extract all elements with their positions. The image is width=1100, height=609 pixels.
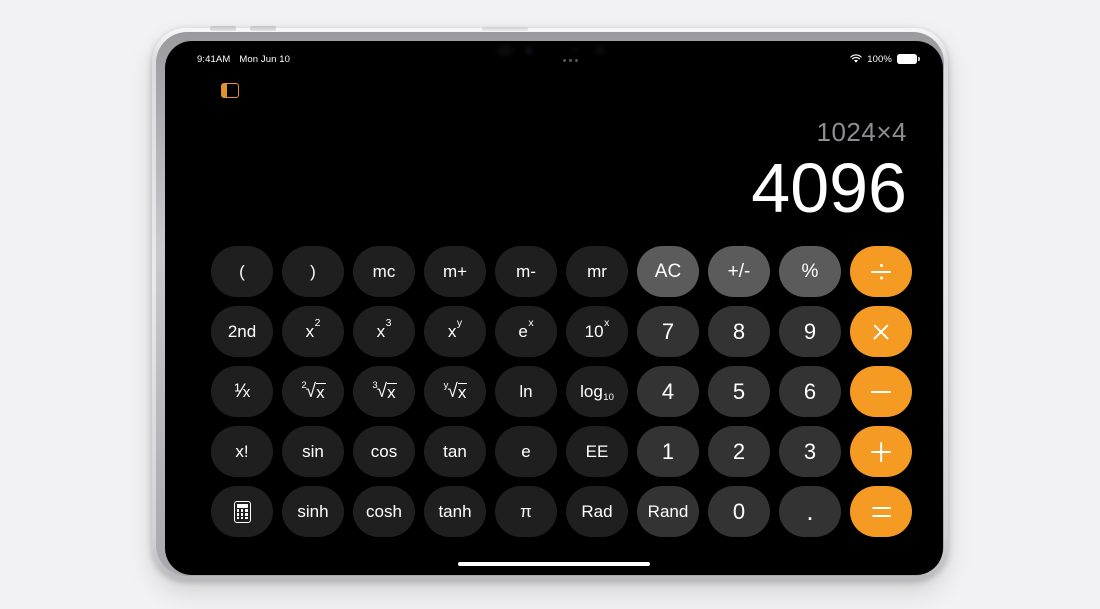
top-microphone [482, 27, 528, 31]
home-indicator[interactable] [458, 562, 650, 566]
ipad-device-frame: 9:41AM Mon Jun 10 100% 1024×4 4096 () m… [152, 26, 948, 580]
keypad-row-4: x! sin cos tan e EE 1 2 3 [211, 426, 912, 477]
multitasking-dot [568, 58, 572, 62]
all-clear-button[interactable]: AC [637, 246, 699, 297]
status-bar-right: 100% [850, 53, 920, 65]
equals-button[interactable] [850, 486, 912, 537]
ten-to-the-x-label: 10x [584, 317, 610, 341]
percent-button[interactable]: % [779, 246, 841, 297]
expression-text: 1024×4 [816, 117, 907, 147]
log-base-10-button[interactable]: log10 [566, 366, 628, 417]
natural-log-button[interactable]: ln [495, 366, 557, 417]
keypad-row-3: ¹⁄x 2 √ x 3 √ x y √ x ln log10 4 5 6 [211, 366, 912, 417]
status-time: 9:41AM [197, 53, 231, 65]
digit-9-button[interactable]: 9 [779, 306, 841, 357]
calculator-display: 1024×4 4096 [751, 119, 907, 223]
plus-icon [870, 441, 892, 463]
pi-button[interactable]: π [495, 486, 557, 537]
ipad-bezel: 9:41AM Mon Jun 10 100% 1024×4 4096 () m… [156, 32, 944, 576]
digit-3-button[interactable]: 3 [779, 426, 841, 477]
square-root-button[interactable]: 2 √ x [282, 366, 344, 417]
cosine-button[interactable]: cos [353, 426, 415, 477]
x-to-the-y-button[interactable]: xy [424, 306, 486, 357]
e-to-the-x-label: ex [518, 317, 534, 341]
memory-subtract-button[interactable]: m- [495, 246, 557, 297]
cube-root-label: 3 √ x [372, 379, 397, 402]
open-paren-button[interactable]: ( [211, 246, 273, 297]
screenshot-stage: 9:41AM Mon Jun 10 100% 1024×4 4096 () m… [0, 0, 1100, 609]
multitasking-dot [574, 58, 578, 62]
ten-to-the-x-button[interactable]: 10x [566, 306, 628, 357]
digit-0-button[interactable]: 0 [708, 486, 770, 537]
digit-4-button[interactable]: 4 [637, 366, 699, 417]
volume-up-button[interactable] [210, 26, 236, 31]
volume-down-button[interactable] [250, 26, 276, 31]
reciprocal-button[interactable]: ¹⁄x [211, 366, 273, 417]
digit-8-button[interactable]: 8 [708, 306, 770, 357]
result-text: 4096 [751, 149, 907, 227]
cube-root-button[interactable]: 3 √ x [353, 366, 415, 417]
sidebar-toggle-icon[interactable] [221, 83, 239, 98]
digit-7-button[interactable]: 7 [637, 306, 699, 357]
radians-button[interactable]: Rad [566, 486, 628, 537]
wifi-icon [850, 54, 863, 64]
y-root-label: y √ x [443, 379, 467, 402]
memory-add-button[interactable]: m+ [424, 246, 486, 297]
factorial-button[interactable]: x! [211, 426, 273, 477]
x-cubed-label: x3 [376, 317, 392, 341]
exponent-ee-button[interactable]: EE [566, 426, 628, 477]
sine-button[interactable]: sin [282, 426, 344, 477]
multiply-button[interactable] [850, 306, 912, 357]
memory-clear-button[interactable]: mc [353, 246, 415, 297]
square-root-label: 2 √ x [301, 379, 326, 402]
calculator-icon [233, 500, 251, 523]
divide-icon [870, 261, 892, 283]
status-date: Mon Jun 10 [239, 53, 290, 65]
calculator-keypad: ( ) mc m+ m- mr AC +/- % 2nd x2 x3 xy ex… [211, 246, 912, 537]
multiply-icon [870, 321, 892, 343]
minus-icon [870, 381, 892, 403]
multitasking-dot [562, 58, 566, 62]
battery-percent: 100% [867, 53, 892, 65]
keypad-row-1: ( ) mc m+ m- mr AC +/- % [211, 246, 912, 297]
random-button[interactable]: Rand [637, 486, 699, 537]
status-bar: 9:41AM Mon Jun 10 100% [165, 41, 943, 71]
decimal-point-button[interactable]: . [779, 486, 841, 537]
y-root-button[interactable]: y √ x [424, 366, 486, 417]
x-squared-label: x2 [305, 317, 321, 341]
close-paren-button[interactable]: ) [282, 246, 344, 297]
digit-5-button[interactable]: 5 [708, 366, 770, 417]
sign-toggle-button[interactable]: +/- [708, 246, 770, 297]
log-base-10-label: log10 [580, 382, 614, 403]
basic-calculator-mode-button[interactable] [211, 486, 273, 537]
reciprocal-label: ¹⁄x [234, 381, 250, 402]
add-button[interactable] [850, 426, 912, 477]
keypad-row-5: sinh cosh tanh π Rad Rand 0 . [211, 486, 912, 537]
second-functions-button[interactable]: 2nd [211, 306, 273, 357]
tangent-button[interactable]: tan [424, 426, 486, 477]
ipad-screen: 9:41AM Mon Jun 10 100% 1024×4 4096 () m… [165, 41, 943, 575]
euler-number-button[interactable]: e [495, 426, 557, 477]
multitasking-control[interactable] [562, 58, 578, 62]
subtract-button[interactable] [850, 366, 912, 417]
digit-2-button[interactable]: 2 [708, 426, 770, 477]
x-squared-button[interactable]: x2 [282, 306, 344, 357]
x-cubed-button[interactable]: x3 [353, 306, 415, 357]
x-to-the-y-label: xy [447, 317, 463, 341]
hyperbolic-tangent-button[interactable]: tanh [424, 486, 486, 537]
battery-icon [896, 54, 920, 64]
sign-toggle-label: +/- [727, 261, 751, 282]
digit-6-button[interactable]: 6 [779, 366, 841, 417]
keypad-row-2: 2nd x2 x3 xy ex 10x 7 8 9 [211, 306, 912, 357]
divide-button[interactable] [850, 246, 912, 297]
digit-1-button[interactable]: 1 [637, 426, 699, 477]
equals-icon [870, 501, 892, 523]
hyperbolic-cosine-button[interactable]: cosh [353, 486, 415, 537]
memory-recall-button[interactable]: mr [566, 246, 628, 297]
hyperbolic-sine-button[interactable]: sinh [282, 486, 344, 537]
e-to-the-x-button[interactable]: ex [495, 306, 557, 357]
status-bar-left: 9:41AM Mon Jun 10 [197, 54, 290, 65]
